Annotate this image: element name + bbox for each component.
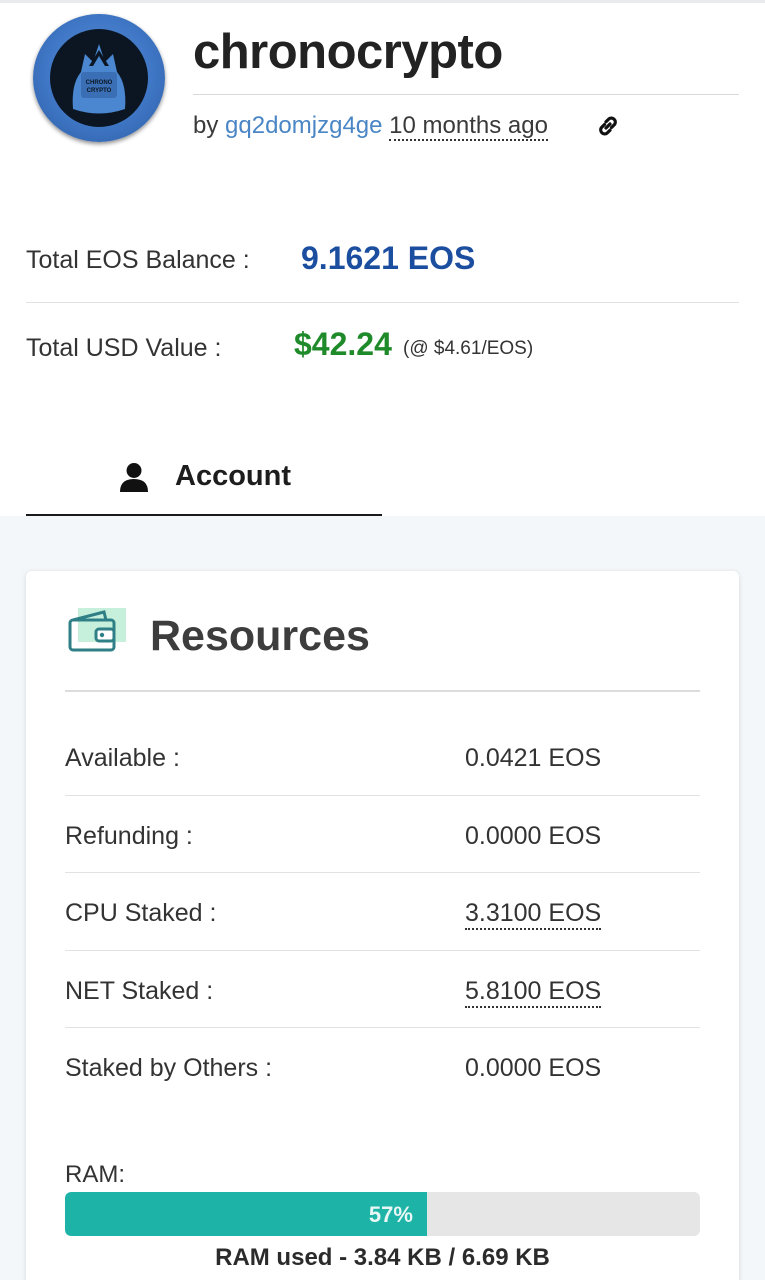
usd-rate: (@ $4.61/EOS) [403, 338, 534, 359]
row-label: Refunding : [65, 822, 193, 850]
resource-row-cpu-staked: CPU Staked : 3.3100 EOS [65, 872, 700, 950]
resources-divider [65, 690, 700, 692]
eos-balance-value: 9.1621 EOS [301, 240, 476, 276]
account-avatar: CHRONO CRYPTO [33, 14, 165, 142]
row-value: 0.0000 EOS [465, 822, 602, 850]
by-label: by [193, 112, 219, 139]
tab-account-label: Account [175, 460, 291, 492]
resource-row-available: Available : 0.0421 EOS [65, 717, 700, 795]
wallet-icon [68, 608, 126, 652]
eos-balance-label: Total EOS Balance : [26, 246, 250, 274]
account-name: chronocrypto [193, 25, 503, 79]
top-strip [0, 0, 765, 3]
ram-progress-fill: 57% [65, 1192, 427, 1236]
cpu-staked-value[interactable]: 3.3100 EOS [465, 899, 602, 930]
svg-text:CRYPTO: CRYPTO [87, 88, 112, 94]
link-icon[interactable] [593, 111, 623, 141]
resource-row-staked-by-others: Staked by Others : 0.0000 EOS [65, 1027, 700, 1105]
resource-row-refunding: Refunding : 0.0000 EOS [65, 795, 700, 873]
usd-value: $42.24 [294, 326, 392, 362]
row-value: 0.0000 EOS [465, 1054, 602, 1082]
ram-progress-bar: 57% [65, 1192, 700, 1236]
net-staked-value[interactable]: 5.8100 EOS [465, 977, 602, 1008]
resource-row-net-staked: NET Staked : 5.8100 EOS [65, 950, 700, 1028]
title-divider [193, 94, 739, 95]
tab-account[interactable]: Account [26, 440, 382, 518]
usd-value-label: Total USD Value : [26, 334, 222, 362]
row-value: 0.0421 EOS [465, 744, 602, 772]
row-label: Staked by Others : [65, 1054, 273, 1082]
byline: by gq2domjzg4ge 10 months ago [193, 112, 548, 141]
ram-percent: 57% [368, 1202, 413, 1227]
ram-label: RAM: [65, 1161, 125, 1188]
created-time: 10 months ago [389, 112, 548, 141]
row-label: CPU Staked : [65, 899, 217, 927]
user-icon [120, 463, 148, 492]
row-label: NET Staked : [65, 977, 214, 1005]
creator-link[interactable]: gq2domjzg4ge [225, 112, 382, 139]
resources-title: Resources [150, 612, 370, 660]
balance-divider [26, 302, 739, 303]
svg-text:CHRONO: CHRONO [86, 80, 113, 86]
ram-used-text: RAM used - 3.84 KB / 6.69 KB [215, 1244, 550, 1271]
row-label: Available : [65, 744, 180, 772]
